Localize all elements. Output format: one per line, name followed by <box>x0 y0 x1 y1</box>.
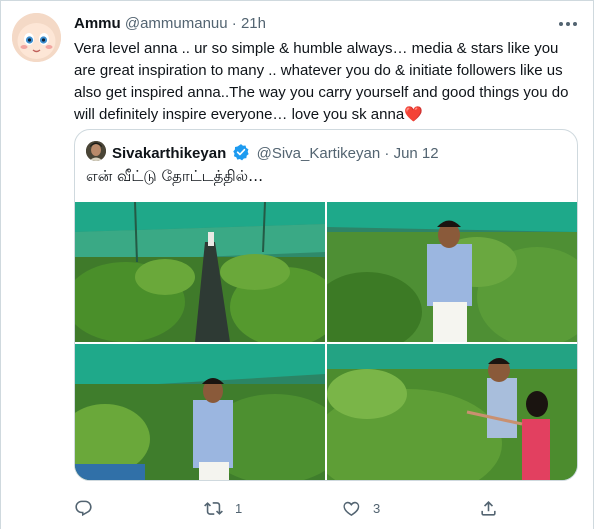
garden-photo-2[interactable] <box>327 202 577 342</box>
tweet-time[interactable]: 21h <box>241 15 266 32</box>
reply-button[interactable] <box>74 496 105 520</box>
user-name[interactable]: Ammu <box>74 15 121 32</box>
quoted-user-avatar[interactable] <box>86 141 106 161</box>
like-count: 3 <box>373 500 381 516</box>
retweet-icon <box>204 501 223 515</box>
heart-icon <box>343 501 360 516</box>
user-avatar[interactable] <box>12 13 61 62</box>
quoted-tweet-date[interactable]: Jun 12 <box>394 145 439 162</box>
share-button[interactable] <box>479 496 498 520</box>
tweet-header: Ammu @ammumanuu · 21h <box>74 15 266 33</box>
like-button[interactable]: 3 <box>342 496 380 520</box>
heart-emoji: ❤️ <box>404 106 423 123</box>
tweet-text: Vera level anna .. ur so simple & humble… <box>74 38 584 126</box>
quoted-user-name[interactable]: Sivakarthikeyan <box>112 145 226 162</box>
verified-badge-icon <box>232 143 250 161</box>
quoted-tweet[interactable]: Sivakarthikeyan @Siva_Kartikeyan · Jun 1… <box>74 129 578 481</box>
retweet-button[interactable]: 1 <box>204 496 242 520</box>
quoted-user-handle[interactable]: @Siva_Kartikeyan <box>257 145 381 162</box>
tweet-card[interactable]: Ammu @ammumanuu · 21h Vera level anna ..… <box>0 0 594 529</box>
separator-dot: · <box>231 15 237 32</box>
retweet-count: 1 <box>235 500 243 516</box>
share-icon <box>481 500 496 516</box>
garden-photo-1[interactable] <box>75 202 325 342</box>
user-handle[interactable]: @ammumanuu <box>125 15 228 32</box>
garden-photo-3[interactable] <box>75 344 325 480</box>
separator-dot: · <box>384 145 390 162</box>
quoted-tweet-header: Sivakarthikeyan @Siva_Kartikeyan · Jun 1… <box>112 143 439 163</box>
tweet-actions: 1 3 <box>74 496 584 520</box>
garden-photo-4[interactable] <box>327 344 577 480</box>
tweet-body: Vera level anna .. ur so simple & humble… <box>74 40 569 123</box>
more-icon[interactable] <box>556 15 580 33</box>
reply-icon <box>75 500 92 516</box>
photo-grid <box>75 202 577 480</box>
quoted-tweet-text: என் வீட்டு தோட்டத்தில்… <box>86 167 264 185</box>
